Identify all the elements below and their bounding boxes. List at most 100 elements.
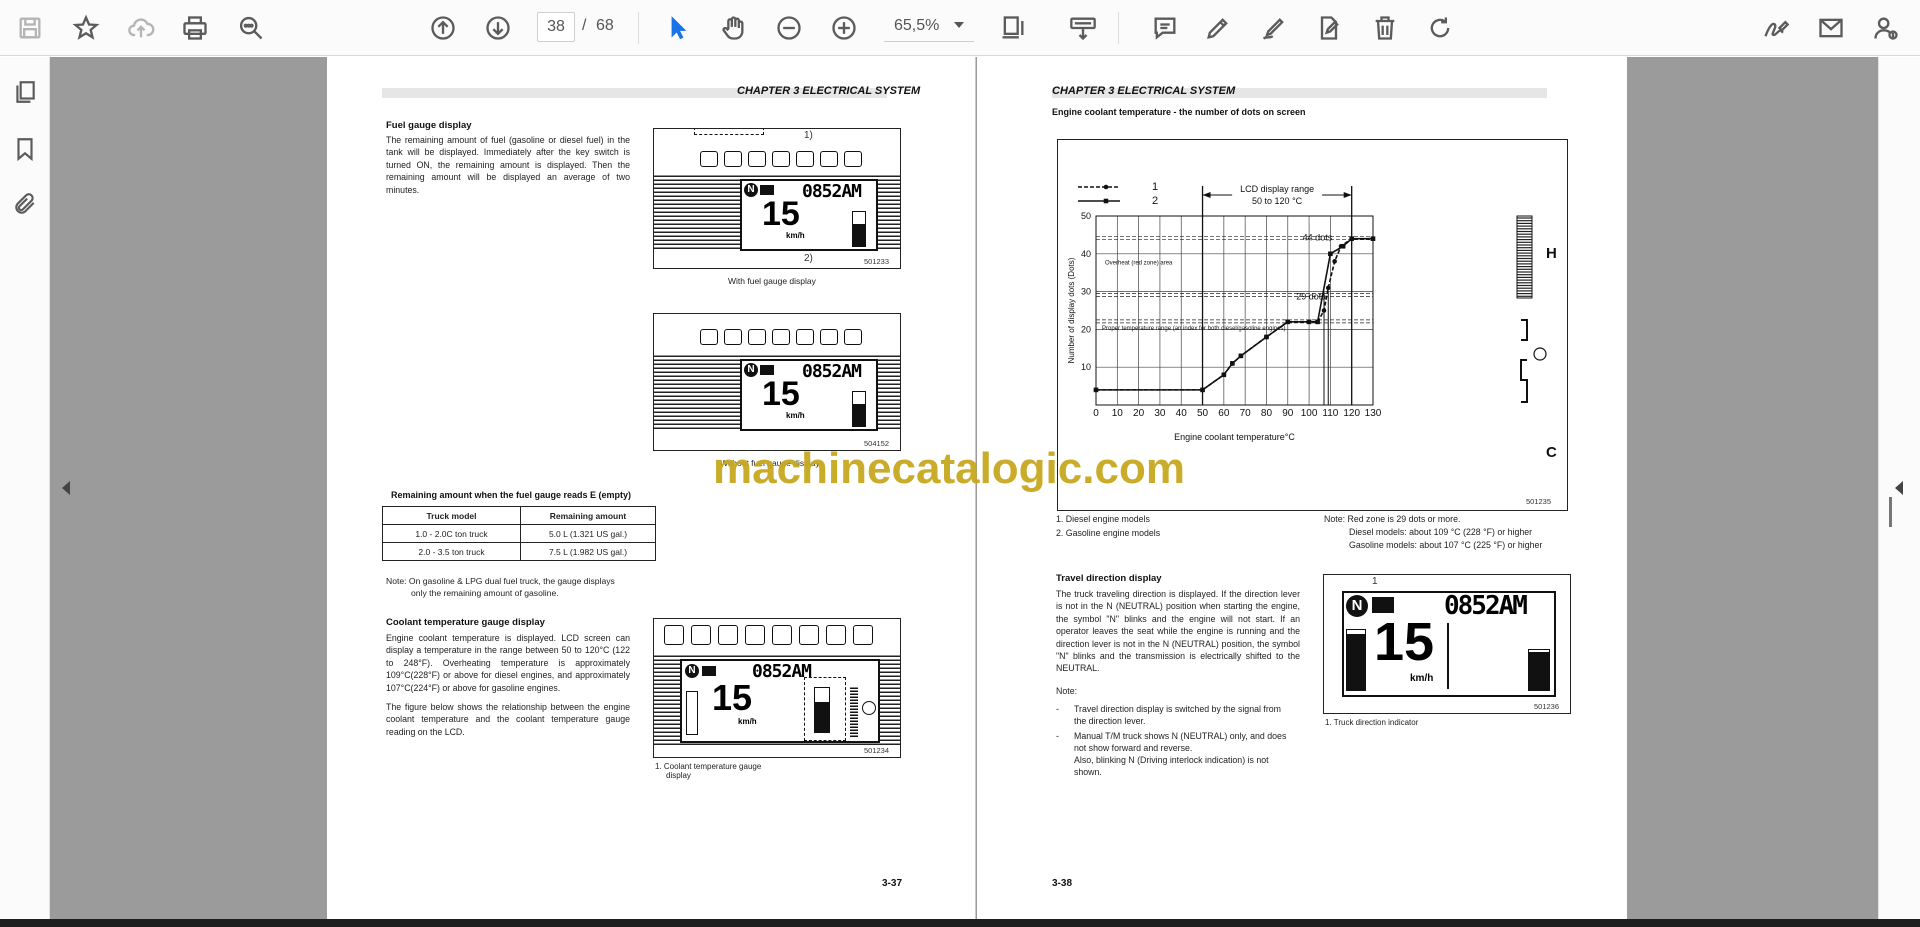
lcd-screen: N 0852AM 15 km/h xyxy=(680,659,880,743)
previous-page-icon[interactable] xyxy=(425,10,461,46)
fig1-caption: With fuel gauge display xyxy=(728,276,816,286)
keyboard-tools-icon[interactable] xyxy=(1065,10,1101,46)
bullet-1-line-1: Travel direction display is switched by … xyxy=(1074,704,1281,714)
legend-marker-1 xyxy=(1103,184,1109,190)
x-tick-label: 50 xyxy=(1197,408,1209,419)
fuel-bar xyxy=(1346,629,1366,691)
gasoline-note: Gasoline models: about 107 °C (225 °F) o… xyxy=(1349,540,1543,550)
page-number: 3-37 xyxy=(882,878,903,889)
x-tick-label: 30 xyxy=(1154,408,1166,419)
account-user-icon[interactable] xyxy=(1868,10,1904,46)
fig3-caption: 1. Coolant temperature gauge xyxy=(655,762,762,771)
overheat-label: Overheat (red zone) area xyxy=(1105,260,1173,266)
lcd-range-label: LCD display range xyxy=(1240,184,1314,194)
neutral-n-indicator: N xyxy=(744,183,758,197)
status-bar xyxy=(0,919,1920,927)
email-envelope-icon[interactable] xyxy=(1813,10,1849,46)
lcd-speed: 15 xyxy=(762,195,800,233)
attachments-paperclip-icon[interactable] xyxy=(8,187,42,221)
y-axis-label: Number of display dots (Dots) xyxy=(1067,257,1076,363)
upload-cloud-icon[interactable] xyxy=(123,10,159,46)
redo-icon[interactable] xyxy=(1422,10,1458,46)
lcd-clock: 0852AM xyxy=(752,661,812,682)
page-thumbnails-icon[interactable] xyxy=(8,75,42,109)
dual-fuel-note-2: only the remaining amount of gasoline. xyxy=(411,588,559,598)
lcd-speed: 15 xyxy=(762,375,800,413)
table-header: Remaining amount xyxy=(520,506,656,525)
travel-paragraph: The truck traveling direction is display… xyxy=(1056,589,1300,674)
legend-label-2: 2 xyxy=(1152,195,1158,207)
no-fuel-gauge-figure: N 0852AM 15 km/h 504152 xyxy=(653,313,901,451)
y-tick-label: 20 xyxy=(1081,324,1091,334)
zoom-search-icon[interactable] xyxy=(233,10,269,46)
callout-1: 1) xyxy=(804,130,813,141)
comment-icon[interactable] xyxy=(1147,10,1183,46)
delete-trash-icon[interactable] xyxy=(1367,10,1403,46)
chapter-title: CHAPTER 3 ELECTRICAL SYSTEM xyxy=(737,85,921,97)
series-point-1 xyxy=(1325,285,1331,291)
dots-44-label: 44 dots xyxy=(1303,233,1333,243)
coolant-bar xyxy=(852,391,866,427)
bookmarks-icon[interactable] xyxy=(8,132,42,166)
diesel-note: Diesel models: about 109 °C (228 °F) or … xyxy=(1349,527,1533,537)
key-icon xyxy=(760,365,774,375)
x-tick-label: 80 xyxy=(1261,408,1273,419)
scrollbar-thumb[interactable] xyxy=(1889,497,1892,527)
x-tick-label: 120 xyxy=(1343,408,1360,419)
draw-freehand-icon[interactable] xyxy=(1256,10,1292,46)
x-tick-label: 70 xyxy=(1240,408,1252,419)
x-axis-label: Engine coolant temperature°C xyxy=(1174,432,1295,442)
bullet-dash: - xyxy=(1056,704,1059,714)
hand-pan-icon[interactable] xyxy=(715,10,751,46)
zoom-dropdown[interactable]: 65,5% xyxy=(884,12,974,42)
proper-range-label: Proper temperature range (an index for b… xyxy=(1102,326,1285,332)
key-icon xyxy=(702,666,716,676)
table-row: 1.0 - 2.0C ton truck 5.0 L (1.321 US gal.… xyxy=(382,524,656,543)
bookmark-star-icon[interactable] xyxy=(68,10,104,46)
dual-fuel-note: Note: On gasoline & LPG dual fuel truck,… xyxy=(386,576,615,586)
x-tick-label: 10 xyxy=(1112,408,1124,419)
select-cursor-icon[interactable] xyxy=(660,10,696,46)
bullet-1-line-2: the direction lever. xyxy=(1074,716,1146,726)
key-icon xyxy=(760,185,774,195)
series-point-2 xyxy=(1093,387,1099,393)
signature-icon[interactable] xyxy=(1758,10,1794,46)
series-point-2 xyxy=(1264,334,1269,340)
edit-document-icon[interactable] xyxy=(1311,10,1347,46)
red-zone-note: Note: Red zone is 29 dots or more. xyxy=(1324,514,1461,524)
page-fit-icon[interactable] xyxy=(995,10,1031,46)
lcd-speed-unit: km/h xyxy=(738,717,757,726)
table-header: Truck model xyxy=(382,506,521,525)
zoom-in-icon[interactable] xyxy=(826,10,862,46)
zoom-out-icon[interactable] xyxy=(771,10,807,46)
expand-right-panel-icon[interactable] xyxy=(1895,481,1903,495)
page-number-input[interactable] xyxy=(537,12,575,42)
fuel-paragraph: The remaining amount of fuel (gasoline o… xyxy=(386,135,630,195)
series-point-2 xyxy=(1340,243,1346,249)
coolant-gauge-figure: N 0852AM 15 km/h 501234 xyxy=(653,618,901,758)
fuel-bar xyxy=(852,211,866,247)
fig4-caption: 1. Truck direction indicator xyxy=(1325,718,1419,727)
highlight-pen-icon[interactable] xyxy=(1200,10,1236,46)
gauge-bracket xyxy=(1520,319,1528,403)
table-cell: 5.0 L (1.321 US gal.) xyxy=(520,524,656,543)
save-icon[interactable] xyxy=(12,10,48,46)
table-cell: 7.5 L (1.982 US gal.) xyxy=(520,542,656,561)
series-point-2 xyxy=(1221,372,1227,378)
collapse-left-panel-icon[interactable] xyxy=(62,481,70,495)
series-point-2 xyxy=(1238,353,1244,359)
print-icon[interactable] xyxy=(177,10,213,46)
lcd-speed-unit: km/h xyxy=(786,231,805,240)
lcd-speed-unit: km/h xyxy=(786,411,805,420)
bullet-2-line-3: Also, blinking N (Driving interlock indi… xyxy=(1074,755,1269,765)
y-tick-label: 50 xyxy=(1081,211,1091,221)
bullet-2-line-1: Manual T/M truck shows N (NEUTRAL) only,… xyxy=(1074,731,1287,741)
series-point-1 xyxy=(1321,308,1327,313)
fuel-gauge-figure: 1) N 0852AM 15 km/h 2) 501233 xyxy=(653,128,901,269)
range-arrowhead xyxy=(1343,192,1352,198)
neutral-n-indicator: N xyxy=(1346,595,1368,617)
callout-box xyxy=(694,129,764,135)
x-tick-label: 90 xyxy=(1282,408,1294,419)
lcd-speed: 15 xyxy=(1374,612,1435,672)
next-page-icon[interactable] xyxy=(480,10,516,46)
